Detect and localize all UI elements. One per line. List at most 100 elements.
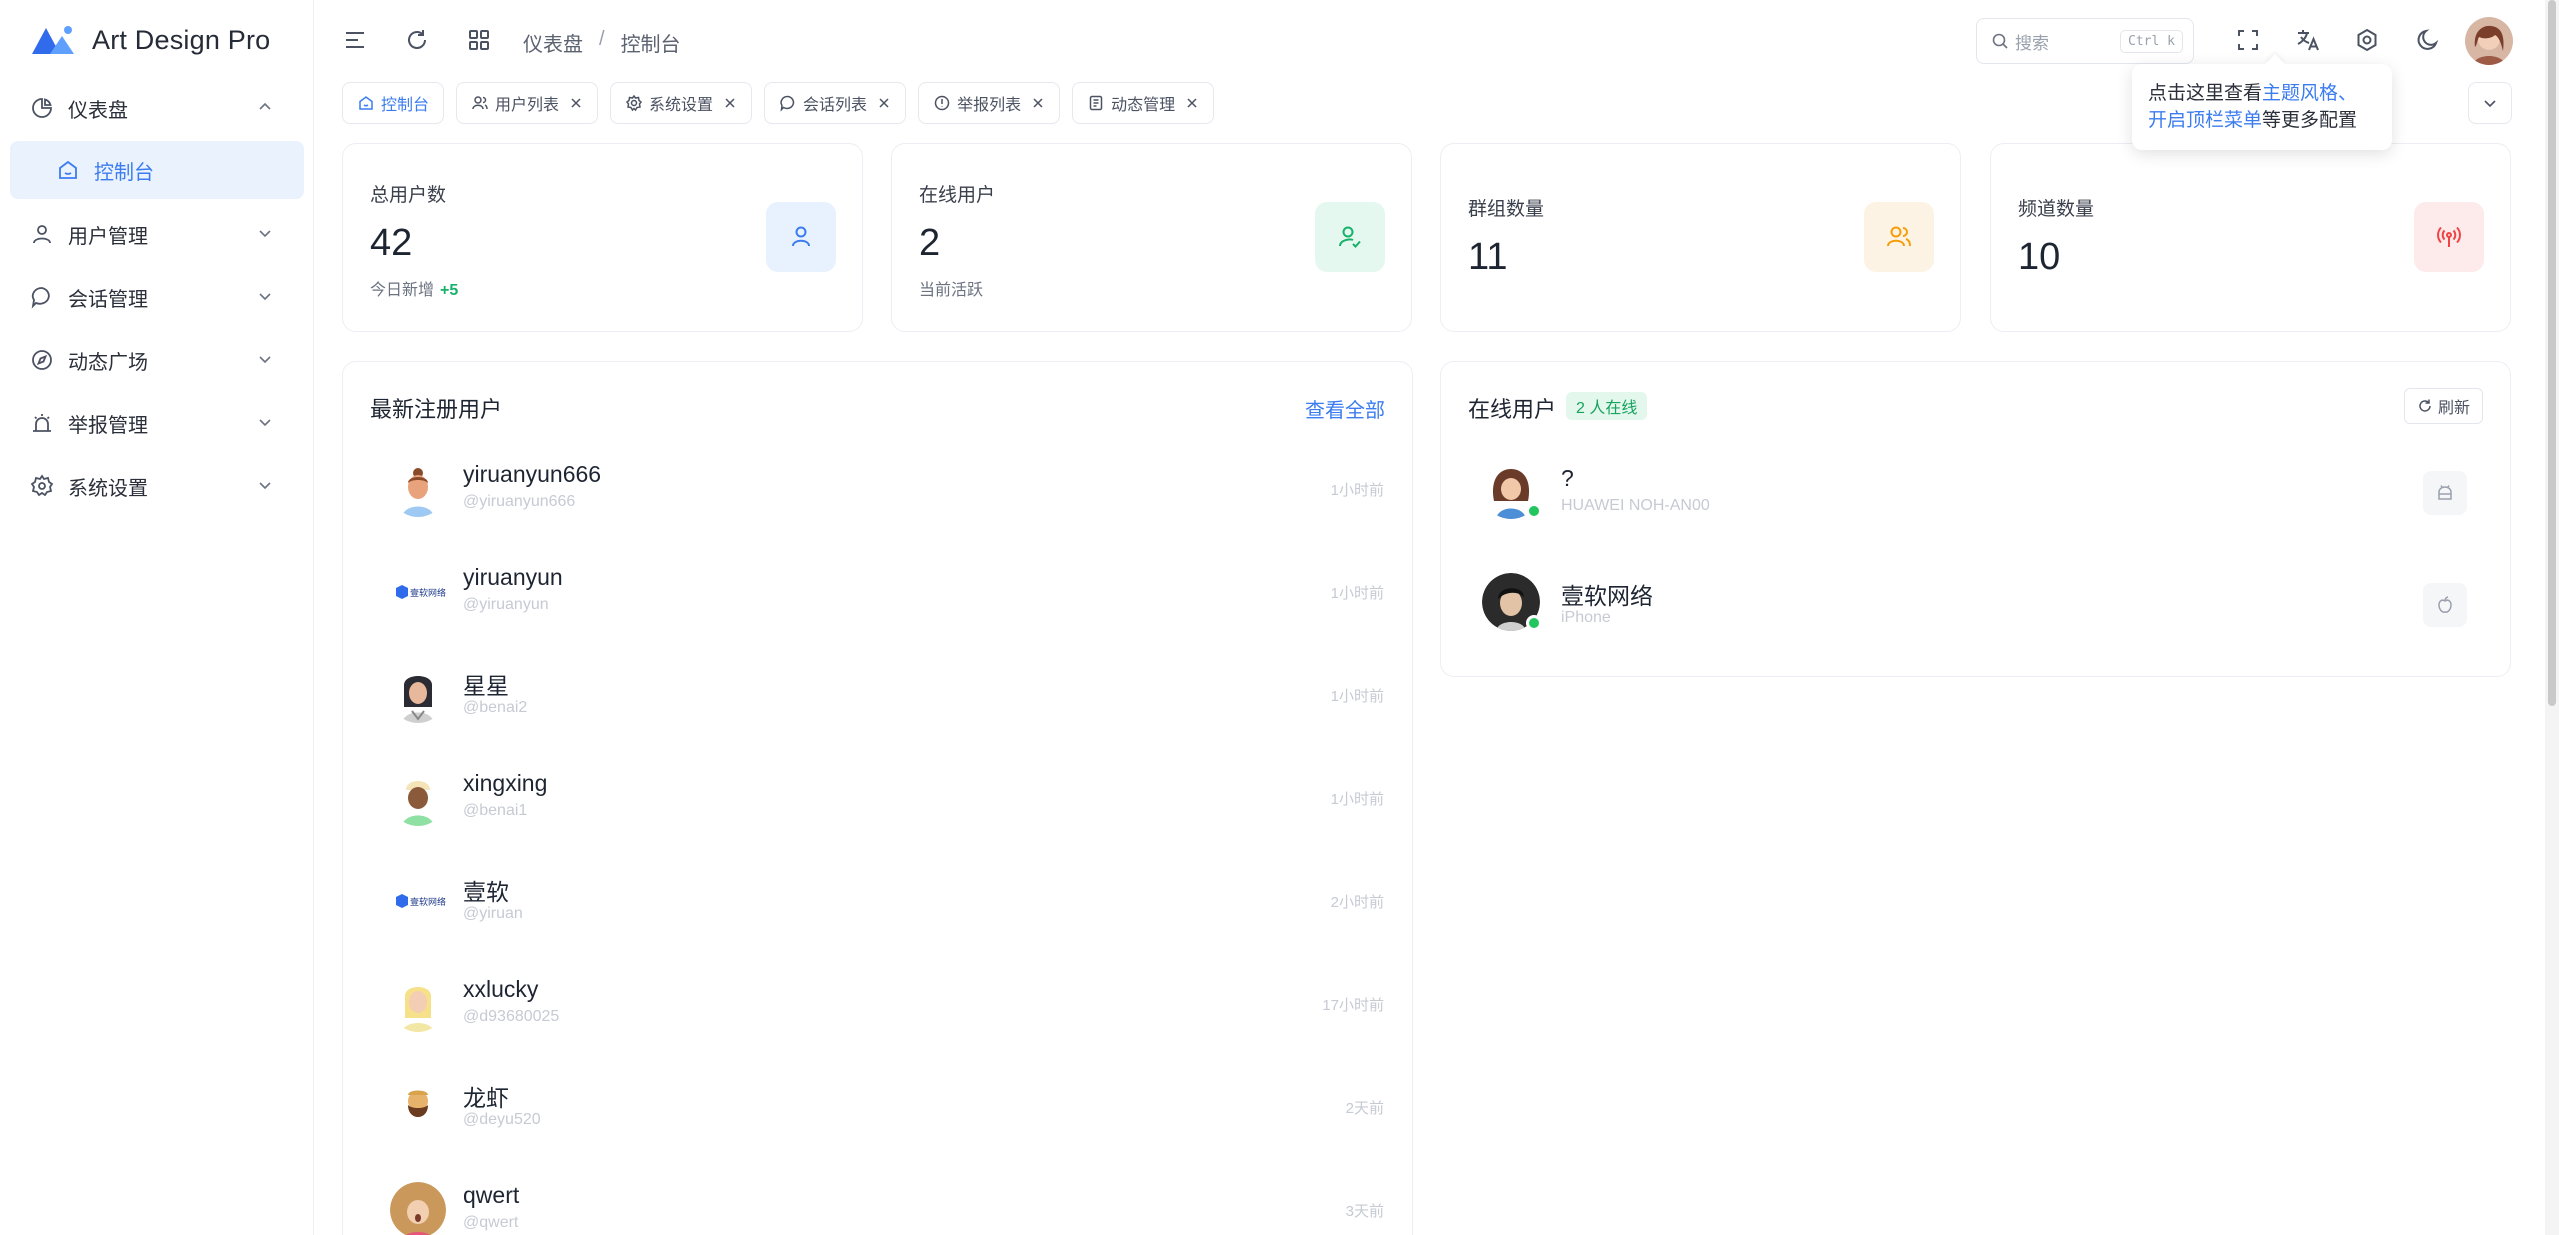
tab-label: 举报列表 bbox=[957, 97, 1022, 114]
user-time: 3天前 bbox=[1345, 1203, 1384, 1220]
brand[interactable]: Art Design Pro bbox=[30, 20, 270, 60]
breadcrumb: 仪表盘 / 控制台 bbox=[523, 28, 681, 57]
close-icon[interactable] bbox=[1185, 96, 1199, 110]
users-icon bbox=[1887, 226, 1911, 247]
stat-value: 2 bbox=[919, 222, 941, 264]
chat-icon bbox=[780, 95, 795, 112]
user-name: xxlucky bbox=[463, 976, 539, 1002]
tab-report-list[interactable]: 举报列表 bbox=[918, 82, 1061, 124]
stat-icon-box bbox=[1864, 202, 1934, 272]
list-item[interactable]: 星星 @benai2 1小时前 bbox=[370, 653, 1384, 733]
panel-title: 最新注册用户 bbox=[370, 397, 503, 422]
users-icon bbox=[472, 96, 488, 110]
tab-session-list[interactable]: 会话列表 bbox=[764, 82, 907, 124]
user-name: 龙虾 bbox=[463, 1085, 509, 1111]
sidebar-item-label: 控制台 bbox=[94, 161, 154, 184]
user-time: 1小时前 bbox=[1330, 585, 1384, 602]
sidebar-item-settings[interactable]: 系统设置 bbox=[10, 458, 304, 514]
user-avatar[interactable] bbox=[2465, 17, 2513, 65]
chevron-down-icon bbox=[259, 419, 271, 427]
search-input[interactable]: 搜索 Ctrl k bbox=[1976, 18, 2194, 64]
user-time: 1小时前 bbox=[1330, 482, 1384, 499]
list-item[interactable]: yiruanyun666 @yiruanyun666 1小时前 bbox=[370, 447, 1384, 527]
close-icon[interactable] bbox=[1031, 96, 1045, 110]
stat-card-groups: 群组数量 11 bbox=[1440, 143, 1961, 332]
refresh-button[interactable]: 刷新 bbox=[2403, 388, 2483, 424]
user-handle: @benai1 bbox=[463, 802, 528, 819]
avatar bbox=[390, 667, 446, 723]
sidebar-item-feed[interactable]: 动态广场 bbox=[10, 332, 304, 388]
user-time: 1小时前 bbox=[1330, 791, 1384, 808]
sidebar-item-reports[interactable]: 举报管理 bbox=[10, 395, 304, 451]
tab-system-settings[interactable]: 系统设置 bbox=[610, 82, 753, 124]
translate-icon[interactable] bbox=[2292, 24, 2324, 56]
chevron-down-icon bbox=[259, 482, 271, 490]
sidebar-item-label: 动态广场 bbox=[68, 351, 148, 374]
refresh-label: 刷新 bbox=[2437, 400, 2470, 417]
list-item[interactable]: 龙虾 @deyu520 2天前 bbox=[370, 1065, 1384, 1145]
online-user-row[interactable]: ? HUAWEI NOH-AN00 bbox=[1468, 445, 2482, 529]
pie-chart-icon bbox=[30, 96, 54, 120]
list-item[interactable]: xingxing @benai1 1小时前 bbox=[370, 756, 1384, 836]
list-item[interactable]: xxlucky @d93680025 17小时前 bbox=[370, 962, 1384, 1042]
user-icon bbox=[30, 222, 54, 246]
home-icon bbox=[56, 158, 80, 182]
close-icon[interactable] bbox=[569, 96, 583, 110]
refresh-icon[interactable] bbox=[401, 24, 433, 56]
view-all-link[interactable]: 查看全部 bbox=[1305, 394, 1385, 423]
list-item[interactable]: 壹软网络 yiruanyun @yiruanyun 1小时前 bbox=[370, 550, 1384, 630]
tab-label: 系统设置 bbox=[649, 97, 714, 114]
tab-user-list[interactable]: 用户列表 bbox=[456, 82, 599, 124]
sidebar-item-sessions[interactable]: 会话管理 bbox=[10, 269, 304, 325]
list-item[interactable]: 壹软网络 壹软 @yiruan 2小时前 bbox=[370, 859, 1384, 939]
tooltip-link-topbar[interactable]: 开启顶栏菜单 bbox=[2148, 110, 2262, 131]
scrollbar-thumb[interactable] bbox=[2548, 0, 2556, 706]
settings-icon[interactable] bbox=[2351, 24, 2383, 56]
grid-icon[interactable] bbox=[463, 24, 495, 56]
device-button[interactable] bbox=[2423, 583, 2467, 627]
avatar bbox=[390, 461, 446, 517]
tooltip-link-theme[interactable]: 主题风格 bbox=[2262, 83, 2338, 104]
stat-sub: 当前活跃 bbox=[919, 282, 984, 299]
search-shortcut: Ctrl k bbox=[2120, 30, 2183, 53]
chevron-up-icon bbox=[259, 102, 271, 110]
logo-text: 壹软网络 bbox=[410, 587, 446, 599]
tab-feed-management[interactable]: 动态管理 bbox=[1072, 82, 1215, 124]
device-button[interactable] bbox=[2423, 471, 2467, 515]
user-handle: @qwert bbox=[463, 1214, 519, 1231]
sidebar-item-console[interactable]: 控制台 bbox=[10, 141, 304, 199]
android-icon bbox=[2438, 485, 2452, 500]
close-icon[interactable] bbox=[877, 96, 891, 110]
document-icon bbox=[1089, 95, 1103, 111]
list-item[interactable]: qwert @qwert 3天前 bbox=[370, 1168, 1384, 1235]
chevron-down-icon bbox=[259, 293, 271, 301]
user-time: 2小时前 bbox=[1330, 894, 1384, 911]
menu-toggle-icon[interactable] bbox=[339, 24, 371, 56]
stat-delta: +5 bbox=[440, 282, 459, 299]
stat-card-online-users: 在线用户 2 当前活跃 bbox=[891, 143, 1412, 332]
user-time: 1小时前 bbox=[1330, 688, 1384, 705]
sidebar-item-label: 举报管理 bbox=[68, 414, 148, 437]
sidebar-item-dashboard[interactable]: 仪表盘 bbox=[10, 80, 304, 136]
tooltip-prefix: 点击这里查看 bbox=[2148, 83, 2263, 104]
stat-icon-box bbox=[2414, 202, 2484, 272]
alarm-icon bbox=[30, 411, 54, 435]
user-name: qwert bbox=[463, 1182, 520, 1208]
online-user-row[interactable]: 壹软网络 iPhone bbox=[1468, 557, 2482, 641]
sidebar-item-label: 会话管理 bbox=[68, 288, 148, 311]
sidebar-item-users[interactable]: 用户管理 bbox=[10, 206, 304, 262]
breadcrumb-parent[interactable]: 仪表盘 bbox=[523, 28, 583, 57]
tabs-dropdown-button[interactable] bbox=[2468, 82, 2512, 124]
moon-icon[interactable] bbox=[2412, 24, 2444, 56]
gear-icon bbox=[625, 94, 643, 112]
user-handle: @yiruan bbox=[463, 905, 523, 922]
user-time: 17小时前 bbox=[1322, 997, 1384, 1014]
stat-label: 在线用户 bbox=[919, 185, 996, 206]
tab-console[interactable]: 控制台 bbox=[342, 82, 445, 124]
online-status-dot bbox=[1526, 615, 1542, 631]
fullscreen-icon[interactable] bbox=[2232, 24, 2264, 56]
close-icon[interactable] bbox=[723, 96, 737, 110]
stat-label: 总用户数 bbox=[370, 185, 447, 206]
chevron-down-icon bbox=[259, 230, 271, 238]
sidebar-item-label: 用户管理 bbox=[68, 225, 148, 248]
